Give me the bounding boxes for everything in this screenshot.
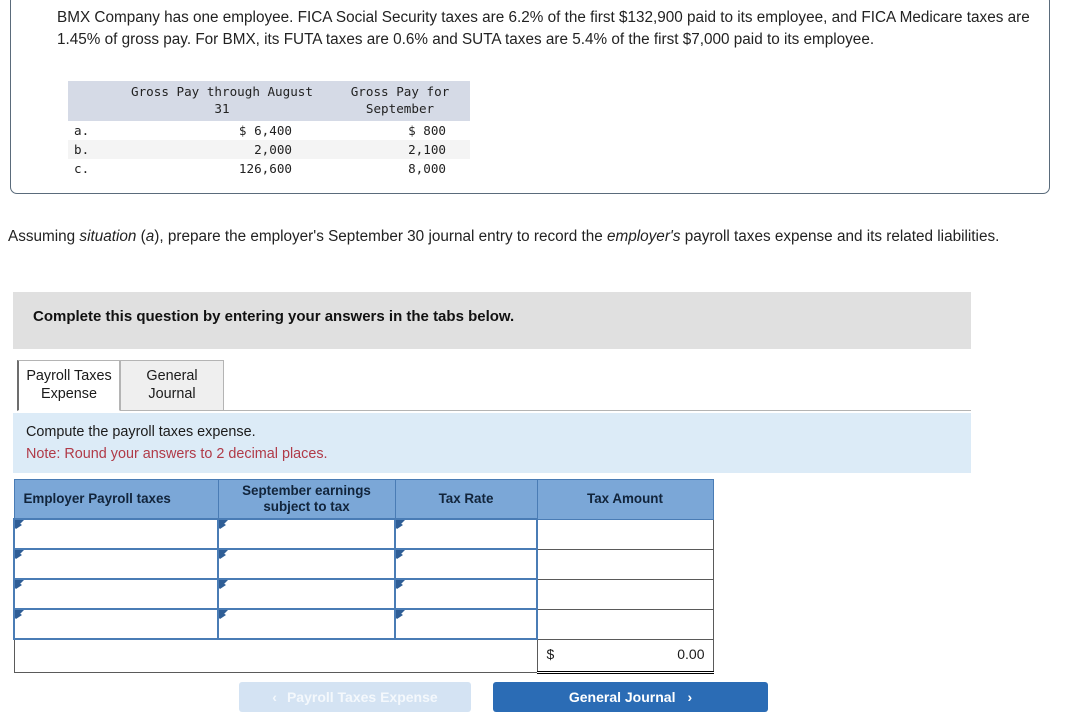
- prev-button-label: Payroll Taxes Expense: [286, 689, 438, 705]
- dropdown-arrow-icon: [16, 521, 22, 529]
- total-row: $ 0.00: [13, 638, 714, 674]
- input-tax-name-4[interactable]: [13, 608, 219, 640]
- table-row: [13, 548, 714, 580]
- input-tax-rate-2[interactable]: [394, 548, 538, 580]
- table-row: c. 126,600 8,000: [68, 159, 470, 178]
- dropdown-arrow-icon: [397, 551, 403, 559]
- instruction-note-line2: Note: Round your answers to 2 decimal pl…: [26, 446, 328, 462]
- assuming-part4: payroll taxes expense and its related li…: [680, 228, 1000, 245]
- dropdown-arrow-icon: [220, 521, 226, 529]
- total-tax-amount: $ 0.00: [536, 638, 714, 674]
- assuming-part2: (: [136, 228, 146, 245]
- tab-strip-underline: [224, 410, 971, 411]
- assuming-part3: ), prepare the employer's September 30 j…: [154, 228, 607, 245]
- chevron-left-icon: ‹: [272, 689, 277, 705]
- table-row: b. 2,000 2,100: [68, 140, 470, 159]
- gross-pay-row-through-august: 2,000: [114, 140, 330, 159]
- complete-question-banner-text: Complete this question by entering your …: [33, 308, 515, 325]
- tab-payroll-taxes-expense[interactable]: Payroll Taxes Expense: [17, 360, 120, 411]
- dropdown-arrow-icon: [220, 551, 226, 559]
- input-tax-rate-4[interactable]: [394, 608, 538, 640]
- gross-pay-table: Gross Pay through August 31 Gross Pay fo…: [68, 81, 470, 178]
- input-earnings-1[interactable]: [217, 518, 396, 550]
- dropdown-arrow-icon: [16, 611, 22, 619]
- gross-pay-row-for-september: $ 800: [408, 123, 446, 138]
- input-tax-amount-3[interactable]: [536, 578, 714, 610]
- input-tax-name-1[interactable]: [13, 518, 219, 550]
- gross-pay-row-through-august: $ 6,400: [238, 123, 292, 138]
- assuming-part1: Assuming: [8, 228, 80, 245]
- assuming-instruction: Assuming situation (a), prepare the empl…: [8, 226, 1038, 248]
- problem-statement-card: BMX Company has one employee. FICA Socia…: [10, 0, 1050, 194]
- input-tax-amount-2[interactable]: [536, 548, 714, 580]
- next-general-journal-button[interactable]: General Journal ›: [493, 682, 768, 712]
- input-tax-name-3[interactable]: [13, 578, 219, 610]
- gross-pay-row-through-august: 126,600: [238, 161, 292, 176]
- total-currency-symbol: $: [546, 645, 555, 662]
- gross-pay-row-label: b.: [68, 140, 114, 159]
- table-row: [13, 608, 714, 640]
- assuming-italic-a: a: [145, 228, 155, 245]
- column-header-tax-rate: Tax Rate: [394, 479, 538, 520]
- dropdown-arrow-icon: [16, 581, 22, 589]
- chevron-right-icon: ›: [687, 689, 693, 705]
- gross-pay-header-row: Gross Pay through August 31 Gross Pay fo…: [68, 81, 470, 121]
- payroll-taxes-answer-table: Employer Payroll taxes September earning…: [13, 479, 714, 674]
- gross-pay-row-label: a.: [74, 123, 90, 138]
- complete-question-banner: Complete this question by entering your …: [13, 292, 971, 349]
- assuming-italic-situation: situation: [79, 228, 137, 245]
- input-tax-name-2[interactable]: [13, 548, 219, 580]
- instruction-note-panel: Compute the payroll taxes expense. Note:…: [13, 413, 971, 473]
- column-header-tax-amount: Tax Amount: [536, 479, 714, 520]
- gross-pay-row-label: c.: [74, 161, 90, 176]
- input-tax-rate-1[interactable]: [394, 518, 538, 550]
- input-earnings-3[interactable]: [217, 578, 396, 610]
- assuming-italic-employers: employer's: [607, 228, 681, 245]
- dropdown-arrow-icon: [397, 611, 403, 619]
- total-amount-value: 0.00: [677, 645, 705, 662]
- input-earnings-2[interactable]: [217, 548, 396, 580]
- table-row: [13, 518, 714, 550]
- table-row: a. $ 6,400 $ 800: [68, 121, 470, 140]
- problem-text: BMX Company has one employee. FICA Socia…: [57, 9, 1030, 48]
- tab-payroll-taxes-expense-label: Payroll Taxes Expense: [26, 368, 112, 402]
- tab-general-journal-label: General Journal: [146, 368, 198, 402]
- table-row: [13, 578, 714, 610]
- gross-pay-header-for-september: Gross Pay for September: [330, 81, 470, 121]
- total-row-spacer-1: [13, 638, 218, 673]
- answer-table-header-row: Employer Payroll taxes September earning…: [13, 479, 714, 520]
- gross-pay-header-blank: [68, 81, 114, 121]
- gross-pay-header-through-august: Gross Pay through August 31: [114, 81, 330, 121]
- total-row-spacer-2: [218, 638, 395, 673]
- tab-general-journal[interactable]: General Journal: [120, 360, 224, 411]
- column-header-september-earnings: September earnings subject to tax: [217, 479, 396, 520]
- gross-pay-row-for-september: 8,000: [408, 161, 446, 176]
- dropdown-arrow-icon: [220, 581, 226, 589]
- input-tax-amount-1[interactable]: [536, 518, 714, 550]
- tab-strip: Payroll Taxes Expense General Journal: [17, 360, 971, 412]
- dropdown-arrow-icon: [220, 611, 226, 619]
- total-row-spacer-3: [395, 638, 537, 673]
- input-tax-rate-3[interactable]: [394, 578, 538, 610]
- prev-payroll-taxes-expense-button[interactable]: ‹ Payroll Taxes Expense: [239, 682, 471, 712]
- dropdown-arrow-icon: [397, 581, 403, 589]
- next-button-label: General Journal: [568, 689, 676, 705]
- column-header-employer-payroll-taxes: Employer Payroll taxes: [13, 479, 219, 520]
- dropdown-arrow-icon: [397, 521, 403, 529]
- instruction-note-line1: Compute the payroll taxes expense.: [26, 424, 256, 440]
- input-tax-amount-4[interactable]: [536, 608, 714, 640]
- gross-pay-row-for-september: 2,100: [330, 140, 470, 159]
- input-earnings-4[interactable]: [217, 608, 396, 640]
- dropdown-arrow-icon: [16, 551, 22, 559]
